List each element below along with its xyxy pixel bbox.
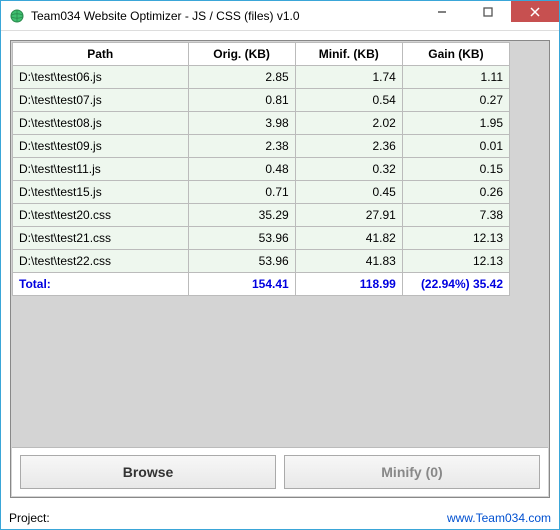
- app-icon: [9, 8, 25, 24]
- total-orig: 154.41: [188, 273, 295, 296]
- cell-path: D:\test\test11.js: [13, 158, 189, 181]
- cell-gain: 0.01: [402, 135, 509, 158]
- cell-minif: 0.45: [295, 181, 402, 204]
- table-row[interactable]: D:\test\test21.css53.9641.8212.13: [13, 227, 510, 250]
- cell-path: D:\test\test21.css: [13, 227, 189, 250]
- window-buttons: [419, 1, 559, 23]
- cell-gain: 1.95: [402, 112, 509, 135]
- browse-button[interactable]: Browse: [20, 455, 276, 489]
- maximize-button[interactable]: [465, 1, 511, 22]
- table-row[interactable]: D:\test\test09.js2.382.360.01: [13, 135, 510, 158]
- minify-button[interactable]: Minify (0): [284, 455, 540, 489]
- cell-orig: 0.81: [188, 89, 295, 112]
- cell-orig: 0.71: [188, 181, 295, 204]
- cell-path: D:\test\test15.js: [13, 181, 189, 204]
- cell-minif: 0.32: [295, 158, 402, 181]
- cell-path: D:\test\test08.js: [13, 112, 189, 135]
- titlebar[interactable]: Team034 Website Optimizer - JS / CSS (fi…: [1, 1, 559, 31]
- total-gain: (22.94%) 35.42: [402, 273, 509, 296]
- grid-header-row: Path Orig. (KB) Minif. (KB) Gain (KB): [13, 43, 510, 66]
- website-link[interactable]: www.Team034.com: [447, 511, 551, 525]
- cell-path: D:\test\test22.css: [13, 250, 189, 273]
- main-panel: Path Orig. (KB) Minif. (KB) Gain (KB) D:…: [10, 40, 550, 498]
- button-bar: Browse Minify (0): [12, 447, 548, 496]
- cell-minif: 2.36: [295, 135, 402, 158]
- cell-minif: 41.83: [295, 250, 402, 273]
- cell-minif: 0.54: [295, 89, 402, 112]
- table-row[interactable]: D:\test\test06.js2.851.741.11: [13, 66, 510, 89]
- cell-minif: 27.91: [295, 204, 402, 227]
- app-window: Team034 Website Optimizer - JS / CSS (fi…: [0, 0, 560, 530]
- minimize-button[interactable]: [419, 1, 465, 22]
- cell-gain: 0.26: [402, 181, 509, 204]
- cell-gain: 1.11: [402, 66, 509, 89]
- col-gain[interactable]: Gain (KB): [402, 43, 509, 66]
- col-minif[interactable]: Minif. (KB): [295, 43, 402, 66]
- cell-minif: 2.02: [295, 112, 402, 135]
- cell-orig: 2.38: [188, 135, 295, 158]
- cell-path: D:\test\test07.js: [13, 89, 189, 112]
- cell-orig: 3.98: [188, 112, 295, 135]
- results-grid-wrap: Path Orig. (KB) Minif. (KB) Gain (KB) D:…: [12, 42, 548, 447]
- cell-gain: 12.13: [402, 250, 509, 273]
- project-label: Project:: [9, 511, 50, 525]
- cell-gain: 0.15: [402, 158, 509, 181]
- cell-minif: 1.74: [295, 66, 402, 89]
- cell-orig: 35.29: [188, 204, 295, 227]
- cell-path: D:\test\test20.css: [13, 204, 189, 227]
- table-row[interactable]: D:\test\test07.js0.810.540.27: [13, 89, 510, 112]
- cell-gain: 12.13: [402, 227, 509, 250]
- total-path: Total:: [13, 273, 189, 296]
- cell-gain: 7.38: [402, 204, 509, 227]
- close-button[interactable]: [511, 1, 559, 22]
- cell-orig: 2.85: [188, 66, 295, 89]
- client-area: Path Orig. (KB) Minif. (KB) Gain (KB) D:…: [1, 31, 559, 507]
- window-title: Team034 Website Optimizer - JS / CSS (fi…: [31, 9, 419, 23]
- col-orig[interactable]: Orig. (KB): [188, 43, 295, 66]
- cell-orig: 53.96: [188, 227, 295, 250]
- total-minif: 118.99: [295, 273, 402, 296]
- table-row[interactable]: D:\test\test20.css35.2927.917.38: [13, 204, 510, 227]
- table-row[interactable]: D:\test\test11.js0.480.320.15: [13, 158, 510, 181]
- table-row[interactable]: D:\test\test08.js3.982.021.95: [13, 112, 510, 135]
- total-row: Total:154.41118.99(22.94%) 35.42: [13, 273, 510, 296]
- cell-orig: 0.48: [188, 158, 295, 181]
- cell-path: D:\test\test09.js: [13, 135, 189, 158]
- cell-path: D:\test\test06.js: [13, 66, 189, 89]
- cell-orig: 53.96: [188, 250, 295, 273]
- results-grid[interactable]: Path Orig. (KB) Minif. (KB) Gain (KB) D:…: [12, 42, 510, 296]
- table-row[interactable]: D:\test\test15.js0.710.450.26: [13, 181, 510, 204]
- cell-minif: 41.82: [295, 227, 402, 250]
- col-path[interactable]: Path: [13, 43, 189, 66]
- status-bar: Project: www.Team034.com: [1, 507, 559, 529]
- table-row[interactable]: D:\test\test22.css53.9641.8312.13: [13, 250, 510, 273]
- cell-gain: 0.27: [402, 89, 509, 112]
